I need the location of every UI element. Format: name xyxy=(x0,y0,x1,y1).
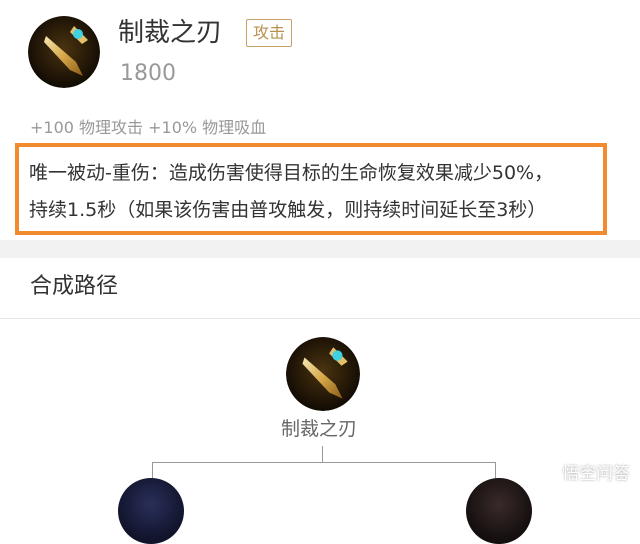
tree-connector xyxy=(152,462,496,463)
passive-description-box: 唯一被动-重伤：造成伤害使得目标的生命恢复效果减少50%， 持续1.5秒（如果该… xyxy=(15,143,607,235)
item-stats: +100 物理攻击 +10% 物理吸血 xyxy=(30,118,267,137)
recipe-root-icon[interactable] xyxy=(286,337,360,411)
item-name: 制裁之刃 xyxy=(118,18,223,48)
item-type-tag: 攻击 xyxy=(246,19,293,47)
recipe-section-title: 合成路径 xyxy=(30,274,119,299)
wukong-logo-icon xyxy=(534,460,556,483)
item-icon xyxy=(28,16,100,88)
watermark: 悟空问答 xyxy=(534,459,630,484)
passive-line-1: 唯一被动-重伤：造成伤害使得目标的生命恢复效果减少50%， xyxy=(29,162,554,184)
item-price: 1800 xyxy=(120,61,176,86)
watermark-text: 悟空问答 xyxy=(562,464,630,484)
tree-connector xyxy=(322,446,323,462)
recipe-root-label: 制裁之刃 xyxy=(281,418,358,440)
passive-line-2: 持续1.5秒（如果该伤害由普攻触发，则持续时间延长至3秒） xyxy=(29,199,547,221)
section-separator xyxy=(0,240,640,258)
divider xyxy=(0,318,640,319)
